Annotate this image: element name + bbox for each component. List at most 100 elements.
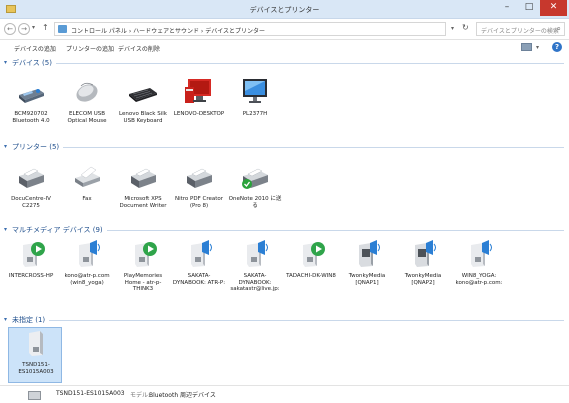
remove-device-button[interactable]: デバイスの削除: [118, 44, 160, 53]
media-device-tile[interactable]: kono@atr-p.com (win8_yoga): [60, 239, 114, 309]
media-device-tile[interactable]: PlayMemories Home - atr-p-THINK3: [116, 239, 170, 309]
collapse-chevron-icon[interactable]: ▾: [4, 316, 7, 323]
collapse-chevron-icon[interactable]: ▾: [4, 226, 7, 233]
media-device-tile[interactable]: TADACHI-DK-WIN8: [284, 239, 338, 309]
section-divider: [12, 63, 564, 64]
media-device-tile[interactable]: TwonkyMedia [QNAP1]: [340, 239, 394, 309]
monitor-icon: [243, 79, 267, 103]
media-device-tile[interactable]: SAKATA-DYNABOOK: sakatastr@live.jp:: [228, 239, 282, 309]
model-label: モデル:: [130, 392, 151, 399]
section-label: プリンター (5): [12, 142, 64, 152]
collapse-chevron-icon[interactable]: ▾: [4, 59, 7, 66]
device-tile[interactable]: Lenovo Black Silk USB Keyboard: [116, 77, 170, 147]
media-server-icon: [23, 242, 45, 267]
printer-name: OneNote 2010 に送る: [228, 196, 282, 209]
printer-tile[interactable]: Microsoft XPS Document Writer: [116, 162, 170, 232]
default-printer-icon: [242, 168, 268, 189]
section-label: 未指定 (1): [12, 315, 50, 325]
media-device-name: kono@atr-p.com (win8_yoga): [64, 273, 110, 286]
device-name: TSND151-ES1015A003: [18, 362, 54, 375]
computer-icon: [185, 79, 211, 103]
address-row: ← → ▾ ↑ コントロール パネル › ハードウェアとサウンド › デバイスと…: [0, 19, 569, 40]
printer-tile[interactable]: Nitro PDF Creator (Pro 8): [172, 162, 226, 232]
printer-icon: [131, 168, 156, 188]
control-panel-icon: [58, 25, 67, 33]
add-device-button[interactable]: デバイスの追加: [14, 44, 56, 53]
up-button[interactable]: ↑: [42, 23, 49, 32]
media-server-icon: [359, 240, 380, 267]
search-icon[interactable]: ⌕: [557, 24, 561, 34]
search-input[interactable]: デバイスとプリンターの検索 ⌕: [476, 22, 565, 36]
media-server-icon: [471, 240, 492, 267]
media-device-tile[interactable]: TwonkyMedia [QNAP2]: [396, 239, 450, 309]
bluetooth-adapter-icon: [19, 89, 44, 103]
collapse-chevron-icon[interactable]: ▾: [4, 143, 7, 150]
command-bar: デバイスの追加 プリンターの追加 デバイスの削除 ▾ ?: [0, 40, 569, 55]
search-placeholder: デバイスとプリンターの検索: [481, 28, 559, 35]
device-box-icon: [29, 331, 43, 356]
add-printer-button[interactable]: プリンターの追加: [66, 44, 114, 53]
selected-device-name: TSND151-ES1015A003: [56, 390, 125, 397]
view-chevron-down-icon[interactable]: ▾: [536, 44, 539, 51]
device-tile[interactable]: BCM920702 Bluetooth 4.0: [4, 77, 58, 147]
media-device-tile[interactable]: INTERCROSS-HP: [4, 239, 58, 309]
printer-name: Microsoft XPS Document Writer: [119, 196, 167, 209]
address-dropdown-chevron-icon[interactable]: ▾: [451, 25, 454, 32]
media-device-name: WIN8_YOGA: kono@atr-p.com:: [455, 273, 503, 286]
details-pane: TSND151-ES1015A003 モデル: Bluetooth 周辺デバイス: [0, 385, 569, 403]
printer-tile[interactable]: Fax: [60, 162, 114, 232]
printer-name: Nitro PDF Creator (Pro 8): [174, 196, 224, 209]
media-device-name: SAKATA-DYNABOOK: sakatastr@live.jp:: [230, 273, 280, 292]
section-header-multimedia[interactable]: ▾ マルチメディア デバイス (9): [4, 225, 564, 235]
minimize-button[interactable]: –: [496, 0, 518, 16]
device-name: BCM920702 Bluetooth 4.0: [12, 111, 50, 124]
refresh-icon[interactable]: ↻: [462, 23, 469, 32]
view-options-icon[interactable]: [521, 43, 532, 51]
section-divider: [12, 147, 564, 148]
section-label: デバイス (5): [12, 58, 56, 68]
address-bar[interactable]: コントロール パネル › ハードウェアとサウンド › デバイスとプリンター: [54, 22, 446, 36]
section-label: マルチメディア デバイス (9): [12, 225, 107, 235]
device-tile[interactable]: PL2377H: [228, 77, 282, 147]
back-button[interactable]: ←: [4, 23, 16, 35]
device-name: LENOVO-DESKTOP: [173, 111, 225, 117]
media-server-icon: [415, 240, 436, 267]
unspecified-device-tile[interactable]: TSND151-ES1015A003: [8, 327, 62, 383]
media-device-name: PlayMemories Home - atr-p-THINK3: [123, 273, 163, 292]
printer-name: DocuCentre-IV C2275: [11, 196, 51, 209]
device-name: Lenovo Black Silk USB Keyboard: [119, 111, 167, 124]
section-header-unspecified[interactable]: ▾ 未指定 (1): [4, 315, 564, 325]
media-device-name: SAKATA-DYNABOOK: ATR-P:: [172, 273, 226, 286]
device-tile[interactable]: ELECOM USB Optical Mouse: [60, 77, 114, 147]
media-device-tile[interactable]: SAKATA-DYNABOOK: ATR-P:: [172, 239, 226, 309]
media-server-icon: [191, 240, 212, 267]
media-device-name: TwonkyMedia [QNAP1]: [348, 273, 386, 286]
window-title: デバイスとプリンター: [249, 6, 320, 14]
device-name: PL2377H: [242, 111, 268, 117]
close-button[interactable]: ✕: [540, 0, 567, 16]
maximize-button[interactable]: □: [518, 0, 540, 16]
forward-button[interactable]: →: [18, 23, 30, 35]
keyboard-icon: [129, 88, 157, 102]
printer-tile[interactable]: DocuCentre-IV C2275: [4, 162, 58, 232]
section-header-devices[interactable]: ▾ デバイス (5): [4, 58, 564, 68]
media-device-name: TwonkyMedia [QNAP2]: [404, 273, 442, 286]
media-server-icon: [247, 240, 268, 267]
section-header-printers[interactable]: ▾ プリンター (5): [4, 142, 564, 152]
device-icon: [28, 391, 41, 400]
breadcrumb[interactable]: コントロール パネル › ハードウェアとサウンド › デバイスとプリンター: [71, 26, 265, 35]
mouse-icon: [76, 82, 98, 102]
help-icon[interactable]: ?: [552, 42, 562, 52]
model-value: Bluetooth 周辺デバイス: [149, 392, 216, 399]
recent-locations-chevron-icon[interactable]: ▾: [32, 24, 35, 31]
device-tile[interactable]: LENOVO-DESKTOP: [172, 77, 226, 147]
media-server-icon: [135, 242, 157, 267]
media-device-name: INTERCROSS-HP: [8, 273, 54, 279]
printer-icon: [19, 168, 44, 188]
printer-tile[interactable]: OneNote 2010 に送る: [228, 162, 282, 232]
section-divider: [12, 320, 564, 321]
printer-icon: [187, 168, 212, 188]
printer-name: Fax: [82, 196, 92, 202]
device-name: ELECOM USB Optical Mouse: [67, 111, 107, 124]
media-device-tile[interactable]: WIN8_YOGA: kono@atr-p.com:: [452, 239, 506, 309]
